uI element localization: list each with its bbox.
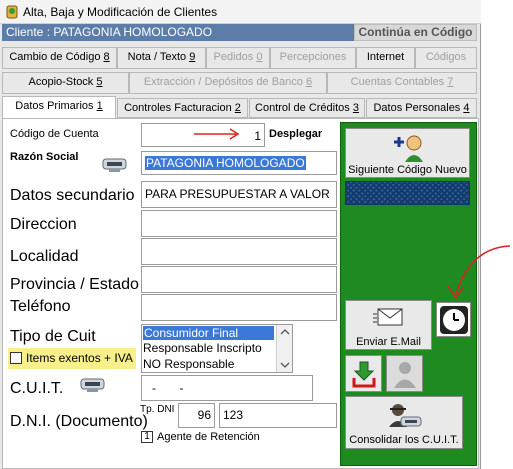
- provincia-input[interactable]: [141, 266, 337, 293]
- enviar-email-button[interactable]: Enviar E.Mail: [345, 300, 432, 350]
- red-curved-arrow-annotation: [430, 242, 513, 306]
- siguiente-codigo-button[interactable]: Siguiente Código Nuevo: [345, 128, 470, 178]
- tipo-cuit-scrollbar[interactable]: [276, 325, 292, 372]
- razon-social-label: Razón Social: [10, 151, 79, 163]
- direccion-input[interactable]: [141, 210, 337, 237]
- tab-extraccion-depositos[interactable]: Extracción / Depósitos de Banco 6: [129, 72, 327, 94]
- desplegar-button[interactable]: Desplegar: [269, 128, 322, 140]
- tab-control-creditos[interactable]: Control de Créditos 3: [249, 98, 365, 118]
- agente-retencion-label: Agente de Retención: [157, 431, 260, 443]
- siguiente-codigo-label: Siguiente Código Nuevo: [348, 164, 467, 176]
- datos-secundario-input[interactable]: PARA PRESUPUESTAR A VALOR: [141, 181, 337, 208]
- detective-usb-icon: [386, 401, 422, 431]
- tab-datos-primarios[interactable]: Datos Primarios 1: [2, 96, 116, 119]
- app-icon: [5, 4, 19, 20]
- direccion-label: Direccion: [10, 216, 77, 233]
- cuit-label: C.U.I.T.: [10, 380, 64, 397]
- progress-bar: [345, 181, 470, 205]
- tipo-cuit-label: Tipo de Cuit: [10, 328, 96, 345]
- tab-pedidos[interactable]: Pedidos 0: [206, 47, 270, 69]
- envelope-icon: [373, 306, 405, 328]
- tab-cuentas-contables[interactable]: Cuentas Contables 7: [327, 72, 477, 94]
- tipo-cuit-option[interactable]: NO Responsable: [143, 357, 234, 371]
- agente-retencion-checkbox[interactable]: 1: [141, 431, 153, 443]
- usb-device-icon[interactable]: [79, 376, 106, 394]
- tab-datos-personales[interactable]: Datos Personales 4: [366, 98, 477, 118]
- usb-device-icon[interactable]: [101, 156, 128, 174]
- tab-acopio-stock[interactable]: Acopio-Stock 5: [2, 72, 129, 94]
- clock-icon: [439, 305, 469, 335]
- tab-codigos[interactable]: Códigos: [415, 47, 477, 69]
- red-arrow-annotation: [192, 128, 242, 140]
- dni-label: D.N.I. (Documento): [10, 413, 148, 430]
- telefono-input[interactable]: [141, 294, 337, 321]
- continua-en-codigo-button[interactable]: Continúa en Código: [354, 24, 477, 41]
- tab-cambio-codigo[interactable]: Cambio de Código 8: [2, 47, 117, 69]
- window-title: Alta, Baja y Modificación de Clientes: [23, 5, 218, 19]
- enviar-email-label: Enviar E.Mail: [356, 336, 421, 348]
- razon-social-value: PATAGONIA HOMOLOGADO: [145, 156, 306, 170]
- tipo-cuit-option[interactable]: Responsable Inscripto: [143, 341, 262, 355]
- telefono-label: Teléfono: [10, 298, 71, 315]
- provincia-label: Provincia / Estado: [10, 276, 139, 293]
- tab-percepciones[interactable]: Percepciones: [270, 47, 356, 69]
- user-icon: [391, 359, 419, 389]
- razon-social-input[interactable]: PATAGONIA HOMOLOGADO: [141, 151, 337, 175]
- items-exentos-checkbox[interactable]: [10, 352, 22, 364]
- consolidar-cuit-label: Consolidar los C.U.I.T.: [349, 434, 459, 446]
- datos-secundario-label: Datos secundario: [10, 187, 135, 204]
- localidad-label: Localidad: [10, 248, 79, 265]
- green-down-arrow-icon: [349, 359, 379, 389]
- import-button[interactable]: [345, 355, 382, 392]
- tab-internet[interactable]: Internet: [356, 47, 415, 69]
- tipo-cuit-option-selected[interactable]: Consumidor Final: [143, 326, 274, 340]
- codigo-cuenta-label: Código de Cuenta: [10, 128, 99, 140]
- tab-nota-texto[interactable]: Nota / Texto 9: [117, 47, 206, 69]
- tp-dni-input[interactable]: 96: [178, 403, 215, 428]
- clock-button[interactable]: [436, 302, 471, 337]
- tab-controles-facturacion[interactable]: Controles Facturacion 2: [117, 98, 248, 118]
- add-user-icon: [390, 132, 426, 162]
- dni-input[interactable]: 123: [219, 403, 337, 428]
- tp-dni-label: Tp. DNI: [140, 404, 175, 415]
- cuit-input[interactable]: - -: [141, 375, 313, 401]
- user-disabled-button[interactable]: [386, 355, 423, 392]
- client-name-bar: Cliente : PATAGONIA HOMOLOGADO: [2, 24, 354, 41]
- consolidar-cuit-button[interactable]: Consolidar los C.U.I.T.: [345, 396, 463, 449]
- items-exentos-label: Items exentos + IVA: [26, 351, 133, 365]
- localidad-input[interactable]: [141, 238, 337, 265]
